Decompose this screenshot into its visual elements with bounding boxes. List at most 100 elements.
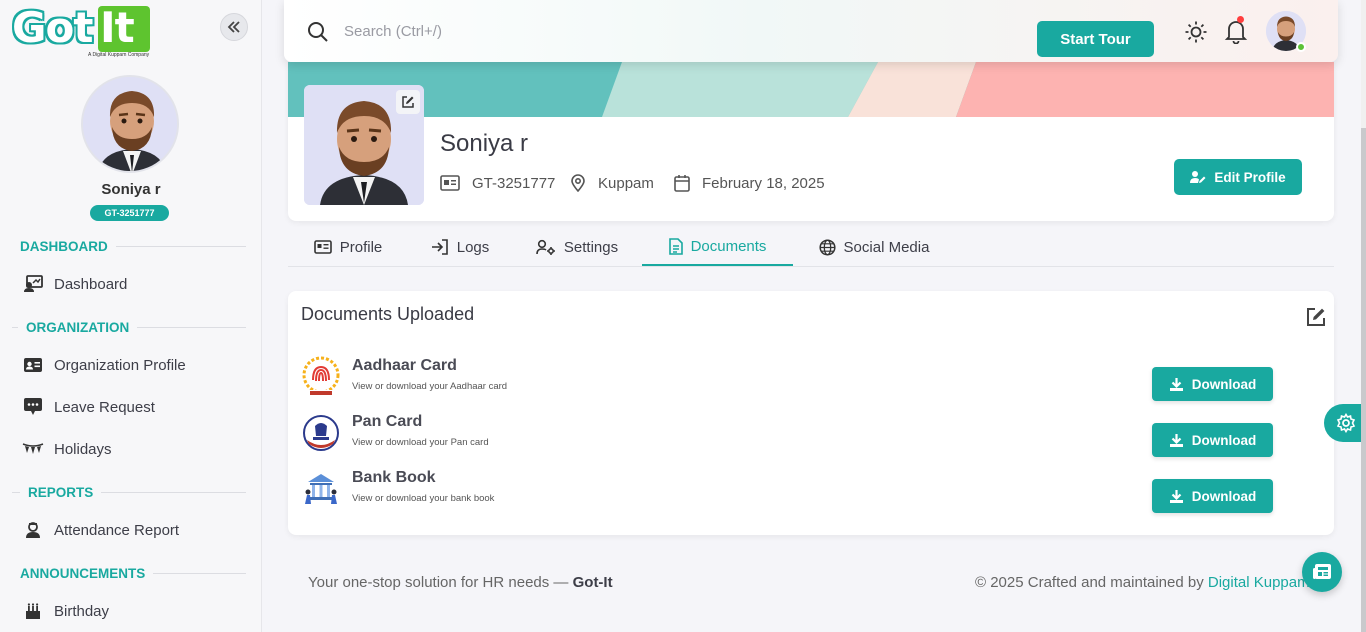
download-label: Download bbox=[1191, 376, 1257, 392]
aadhaar-logo-icon bbox=[301, 355, 341, 399]
sidebar-item-holidays[interactable]: Holidays bbox=[22, 436, 252, 462]
tab-social-media[interactable]: Social Media bbox=[816, 228, 932, 266]
sidebar-item-label: Organization Profile bbox=[54, 356, 186, 374]
double-chevron-left-icon bbox=[227, 21, 240, 33]
document-name: Pan Card bbox=[352, 413, 423, 430]
profile-name: Soniya r bbox=[440, 130, 529, 157]
logo-tagline: A Digital Kuppam Company bbox=[88, 52, 150, 58]
sidebar-item-label: Attendance Report bbox=[54, 521, 180, 539]
dashboard-icon bbox=[22, 273, 44, 295]
edit-photo-button[interactable] bbox=[396, 90, 420, 114]
footer-tagline-text: Your one-stop solution for HR needs — bbox=[308, 574, 573, 591]
collapse-sidebar-button[interactable] bbox=[220, 13, 248, 41]
footer-copyright-text: © 2025 Crafted and maintained by bbox=[975, 574, 1208, 591]
divider bbox=[115, 245, 246, 247]
edit-documents-icon[interactable] bbox=[1305, 306, 1327, 328]
sidebar-item-label: Holidays bbox=[54, 440, 112, 458]
banner-graphic bbox=[288, 62, 1334, 117]
tab-documents[interactable]: Documents bbox=[642, 228, 793, 266]
section-dashboard: DASHBOARD bbox=[12, 238, 246, 254]
sidebar-item-label: Leave Request bbox=[54, 398, 155, 416]
tab-label: Settings bbox=[563, 238, 619, 256]
theme-toggle-sun-icon[interactable] bbox=[1184, 20, 1208, 44]
sidebar-item-leave-request[interactable]: Leave Request bbox=[22, 394, 252, 420]
documents-card: Documents Uploaded Aadhaar Card View or … bbox=[288, 291, 1334, 535]
section-title: ORGANIZATION bbox=[26, 319, 130, 335]
download-pan-button[interactable]: Download bbox=[1152, 423, 1273, 457]
documents-title: Documents Uploaded bbox=[301, 304, 475, 324]
tab-label: Logs bbox=[456, 238, 490, 256]
document-description: View or download your bank book bbox=[352, 493, 495, 504]
divider bbox=[12, 491, 20, 493]
document-name: Aadhaar Card bbox=[352, 357, 457, 374]
profile-tabs: Profile Logs Settings Documents Social M… bbox=[288, 228, 1334, 267]
download-bank-book-button[interactable]: Download bbox=[1152, 479, 1273, 513]
employee-id-meta: GT-3251777 bbox=[440, 172, 555, 194]
search-icon bbox=[308, 22, 328, 42]
customizer-settings-button[interactable] bbox=[1324, 404, 1366, 442]
footer-company-link[interactable]: Digital Kuppam bbox=[1208, 574, 1310, 591]
gear-icon bbox=[1336, 413, 1356, 433]
app-logo[interactable]: Got It A Digital Kuppam Company bbox=[12, 3, 152, 58]
id-card-icon bbox=[313, 240, 332, 254]
start-tour-button[interactable]: Start Tour bbox=[1037, 21, 1154, 57]
top-navbar: Start Tour bbox=[284, 0, 1338, 62]
date-meta: February 18, 2025 bbox=[674, 172, 825, 194]
profile-header-card: Soniya r GT-3251777 Kuppam February 18, … bbox=[288, 62, 1334, 221]
pan-card-emblem-icon bbox=[301, 411, 341, 455]
download-aadhaar-button[interactable]: Download bbox=[1152, 367, 1273, 401]
sidebar-item-birthday[interactable]: Birthday bbox=[22, 598, 252, 624]
holidays-icon bbox=[22, 438, 44, 460]
sidebar-item-attendance-report[interactable]: Attendance Report bbox=[22, 517, 252, 543]
calendar-icon bbox=[674, 175, 690, 192]
document-row-aadhaar: Aadhaar Card View or download your Aadha… bbox=[301, 355, 1321, 401]
download-icon bbox=[1169, 377, 1183, 391]
document-description: View or download your Aadhaar card bbox=[352, 381, 508, 392]
search-input[interactable] bbox=[344, 18, 764, 44]
tab-logs[interactable]: Logs bbox=[428, 228, 492, 266]
login-icon bbox=[431, 239, 448, 255]
tab-label: Social Media bbox=[843, 238, 930, 256]
download-label: Download bbox=[1191, 488, 1257, 504]
notification-bell-icon[interactable] bbox=[1224, 18, 1248, 44]
location-meta: Kuppam bbox=[570, 172, 654, 194]
sidebar-item-label: Dashboard bbox=[54, 275, 128, 293]
notification-dot bbox=[1237, 16, 1244, 23]
download-icon bbox=[1169, 433, 1183, 447]
tab-profile[interactable]: Profile bbox=[310, 228, 386, 266]
id-card-icon bbox=[22, 354, 44, 376]
section-reports: REPORTS bbox=[12, 484, 246, 500]
edit-profile-button[interactable]: Edit Profile bbox=[1174, 159, 1302, 195]
section-announcements: ANNOUNCEMENTS bbox=[12, 565, 246, 581]
tab-label: Documents bbox=[690, 237, 767, 255]
document-row-pan: Pan Card View or download your Pan card … bbox=[301, 411, 1321, 457]
logo-it-text: It bbox=[100, 3, 135, 52]
divider bbox=[101, 491, 246, 493]
sidebar-item-organization-profile[interactable]: Organization Profile bbox=[22, 352, 252, 378]
sidebar-avatar[interactable] bbox=[81, 75, 179, 173]
sidebar-item-label: Birthday bbox=[54, 602, 110, 620]
page-scrollbar-thumb[interactable] bbox=[1361, 128, 1366, 632]
user-edit-icon bbox=[1190, 171, 1206, 183]
map-pin-icon bbox=[571, 174, 585, 192]
divider bbox=[137, 326, 246, 328]
user-settings-icon bbox=[536, 239, 555, 255]
employee-id-text: GT-3251777 bbox=[472, 174, 556, 192]
tab-settings[interactable]: Settings bbox=[534, 228, 620, 266]
sidebar-user-id-badge: GT-3251777 bbox=[90, 205, 169, 221]
footer-tagline: Your one-stop solution for HR needs — Go… bbox=[308, 574, 613, 591]
birthday-cake-icon bbox=[22, 600, 44, 622]
news-feed-button[interactable] bbox=[1302, 552, 1342, 592]
sidebar-item-dashboard[interactable]: Dashboard bbox=[22, 271, 252, 297]
profile-banner bbox=[288, 62, 1334, 117]
avatar-illustration bbox=[83, 77, 177, 171]
download-label: Download bbox=[1191, 432, 1257, 448]
logo-got-text: Got bbox=[12, 3, 93, 52]
bank-icon bbox=[301, 467, 341, 511]
document-icon bbox=[668, 237, 683, 255]
divider bbox=[153, 572, 246, 574]
sidebar-user-name: Soniya r bbox=[101, 181, 161, 198]
section-title: ANNOUNCEMENTS bbox=[20, 565, 146, 581]
location-text: Kuppam bbox=[598, 174, 654, 192]
footer-brand-link[interactable]: Got-It bbox=[573, 574, 613, 591]
